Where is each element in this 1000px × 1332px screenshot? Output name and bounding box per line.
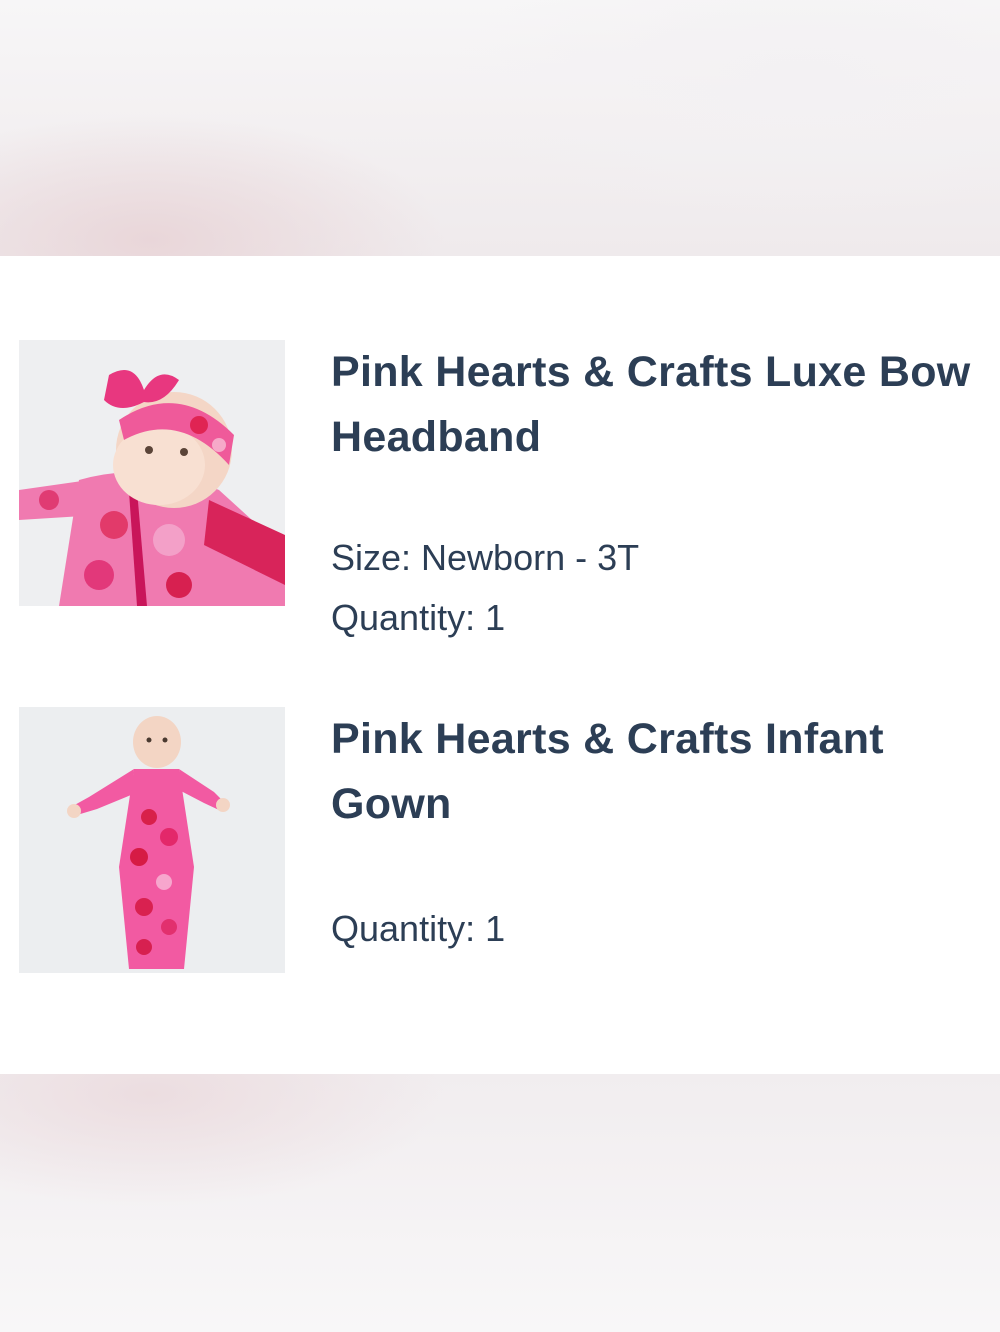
product-quantity: Quantity: 1 — [331, 597, 506, 638]
product-image-headband[interactable] — [19, 340, 285, 606]
product-title[interactable]: Pink Hearts & Crafts Infant Gown — [331, 707, 971, 837]
blurred-background-top — [0, 0, 1000, 256]
blurred-background-bottom — [0, 1074, 1000, 1332]
baby-gown-photo — [19, 707, 285, 973]
order-items-card: Pink Hearts & Crafts Luxe Bow Headband S… — [0, 256, 1000, 1074]
product-quantity: Quantity: 1 — [331, 908, 506, 949]
product-size: Size: Newborn - 3T — [331, 537, 640, 578]
product-meta: Size: Newborn - 3T Quantity: 1 — [331, 528, 971, 648]
product-info: Pink Hearts & Crafts Infant Gown Quantit… — [331, 707, 971, 959]
product-title[interactable]: Pink Hearts & Crafts Luxe Bow Headband — [331, 340, 971, 470]
product-info: Pink Hearts & Crafts Luxe Bow Headband S… — [331, 340, 971, 648]
product-image-gown[interactable] — [19, 707, 285, 973]
product-meta: Quantity: 1 — [331, 899, 971, 959]
baby-headband-photo — [19, 340, 285, 606]
